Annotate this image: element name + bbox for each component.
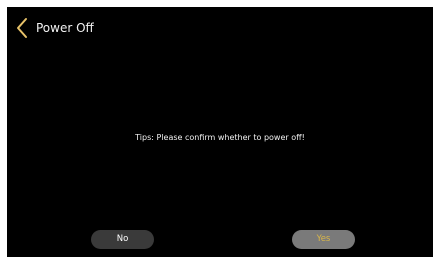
- header-bar: Power Off: [7, 7, 433, 47]
- no-button[interactable]: No: [91, 230, 154, 249]
- page-title: Power Off: [36, 21, 94, 35]
- yes-button[interactable]: Yes: [292, 230, 355, 249]
- yes-button-label: Yes: [316, 234, 331, 244]
- chevron-left-icon: [17, 18, 27, 38]
- power-off-screen: Power Off Tips: Please confirm whether t…: [7, 7, 433, 257]
- no-button-label: No: [116, 234, 129, 244]
- confirm-message: Tips: Please confirm whether to power of…: [135, 133, 305, 142]
- back-button[interactable]: [15, 17, 29, 39]
